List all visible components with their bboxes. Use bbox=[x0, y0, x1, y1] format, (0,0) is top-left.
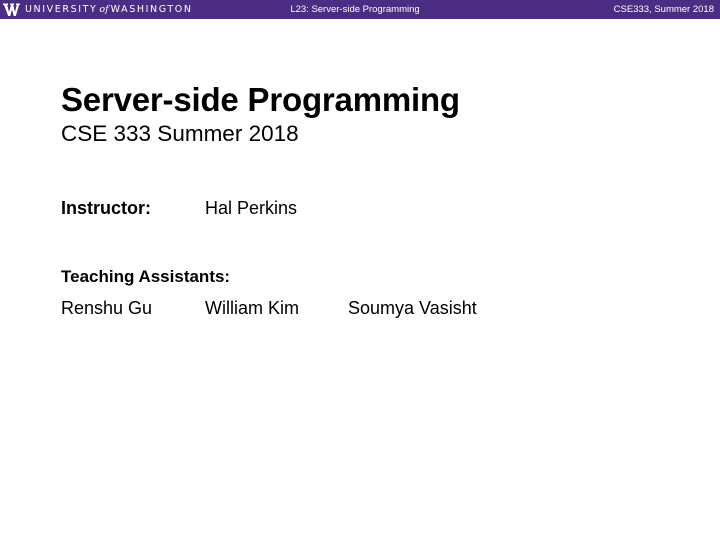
teaching-assistant-name: Renshu Gu bbox=[61, 298, 153, 318]
header-bar: UNIVERSITY of WASHINGTON L23: Server-side … bbox=[0, 0, 720, 19]
slide-subtitle: CSE 333 Summer 2018 bbox=[61, 121, 299, 146]
instructor-name: Hal Perkins bbox=[205, 198, 298, 218]
teaching-assistant-name: Soumya Vasisht bbox=[348, 298, 477, 318]
teaching-assistants-label: Teaching Assistants: bbox=[61, 267, 231, 286]
slide-title: Server-side Programming bbox=[61, 81, 460, 118]
teaching-assistant-name: William Kim bbox=[205, 298, 299, 318]
lecture-title: L23: Server-side Programming bbox=[290, 4, 420, 15]
instructor-label: Instructor: bbox=[61, 198, 151, 218]
course-term: CSE333, Summer 2018 bbox=[613, 4, 714, 15]
